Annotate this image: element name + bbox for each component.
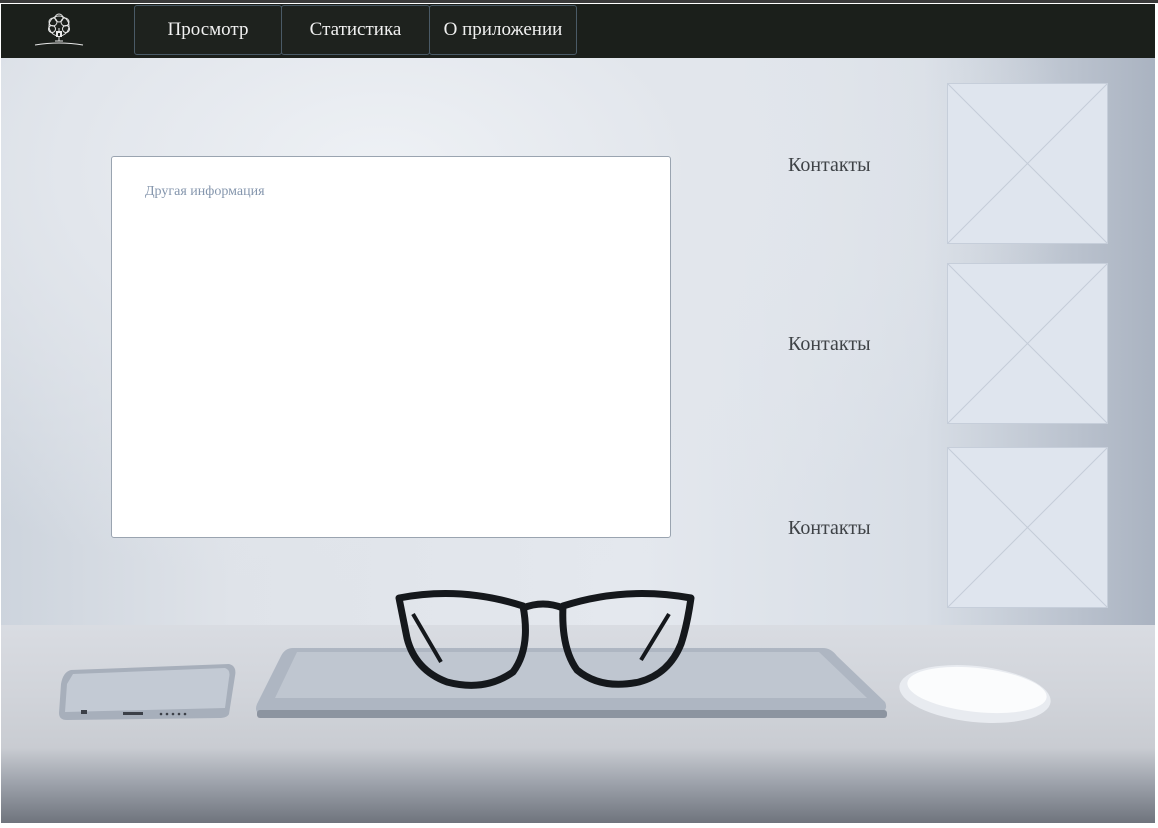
contact-link-1[interactable]: Контакты	[788, 154, 871, 177]
image-placeholder-icon	[948, 448, 1107, 607]
contact-link-2[interactable]: Контакты	[788, 333, 871, 356]
contact-link-3[interactable]: Контакты	[788, 517, 871, 540]
nav-statistics-label: Статистика	[309, 19, 402, 40]
nav-about-label: О приложении	[443, 19, 563, 40]
nav-statistics-button[interactable]: Статистика	[281, 5, 430, 55]
mouse-image	[899, 665, 1051, 723]
contact-image-placeholder-3	[947, 447, 1108, 608]
image-placeholder-icon	[948, 84, 1107, 243]
nav-view-label: Просмотр	[167, 19, 249, 40]
nav-view-button[interactable]: Просмотр	[134, 5, 282, 55]
nav-about-button[interactable]: О приложении	[429, 5, 577, 55]
navbar: Просмотр Статистика О приложении	[1, 4, 1155, 58]
page: Просмотр Статистика О приложении Другая …	[0, 0, 1155, 823]
phone-image	[59, 664, 236, 720]
contact-image-placeholder-2	[947, 263, 1108, 424]
image-placeholder-icon	[948, 264, 1107, 423]
info-panel[interactable]: Другая информация	[111, 156, 671, 538]
tree-logo-icon[interactable]	[31, 12, 87, 52]
contact-image-placeholder-1	[947, 83, 1108, 244]
info-panel-text: Другая информация	[145, 184, 265, 199]
